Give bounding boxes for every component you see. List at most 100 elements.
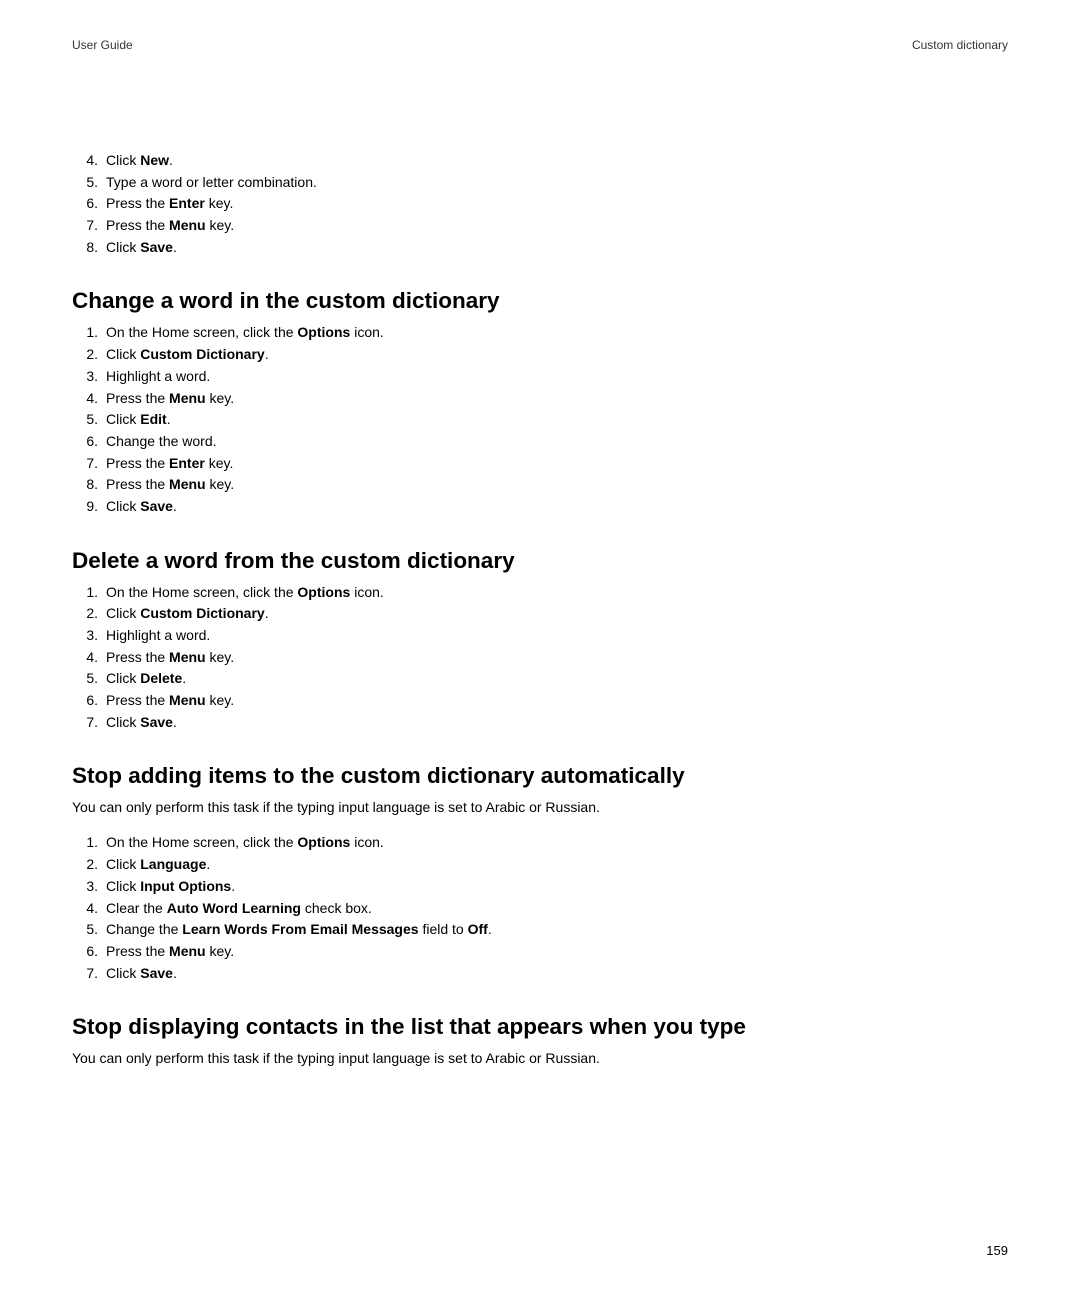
list-text: key. bbox=[206, 649, 235, 665]
list-text: . bbox=[173, 965, 177, 981]
list-text: check box. bbox=[301, 900, 372, 916]
list-text: Save bbox=[140, 965, 173, 981]
list-item: 5.Change the Learn Words From Email Mess… bbox=[72, 919, 1008, 941]
list-text: . bbox=[173, 239, 177, 255]
list-text: . bbox=[173, 498, 177, 514]
list-number: 4. bbox=[78, 388, 98, 410]
list-item: 6.Press the Menu key. bbox=[72, 690, 1008, 712]
steps-list: 1.On the Home screen, click the Options … bbox=[72, 322, 1008, 517]
list-text: Learn Words From Email Messages bbox=[182, 921, 418, 937]
list-text: Options bbox=[297, 834, 350, 850]
list-number: 4. bbox=[78, 647, 98, 669]
list-text: New bbox=[140, 152, 169, 168]
list-text: key. bbox=[206, 217, 235, 233]
list-item: 7.Click Save. bbox=[72, 963, 1008, 985]
list-item: 5.Click Delete. bbox=[72, 668, 1008, 690]
list-text: key. bbox=[206, 476, 235, 492]
list-text: Click bbox=[106, 605, 140, 621]
list-number: 5. bbox=[78, 919, 98, 941]
list-item: 5. Type a word or letter combination. bbox=[72, 172, 1008, 194]
list-text: Menu bbox=[169, 692, 206, 708]
list-text: Press the bbox=[106, 455, 169, 471]
list-number: 7. bbox=[78, 963, 98, 985]
list-text: Type a word or letter combination. bbox=[106, 174, 317, 190]
section: Stop displaying contacts in the list tha… bbox=[72, 1014, 1008, 1069]
list-item: 3.Highlight a word. bbox=[72, 625, 1008, 647]
list-text: Click bbox=[106, 498, 140, 514]
list-text: Options bbox=[297, 324, 350, 340]
header-right: Custom dictionary bbox=[912, 38, 1008, 52]
intro-steps-list: 4.Click New.5. Type a word or letter comb… bbox=[72, 150, 1008, 258]
list-text: icon. bbox=[350, 834, 383, 850]
list-number: 2. bbox=[78, 854, 98, 876]
list-item: 2.Click Custom Dictionary. bbox=[72, 603, 1008, 625]
list-text: Custom Dictionary bbox=[140, 605, 264, 621]
list-text: field to bbox=[419, 921, 468, 937]
list-text: Menu bbox=[169, 476, 206, 492]
list-text: key. bbox=[206, 943, 235, 959]
list-number: 5. bbox=[78, 172, 98, 194]
list-text: On the Home screen, click the bbox=[106, 584, 297, 600]
list-number: 1. bbox=[78, 832, 98, 854]
list-number: 1. bbox=[78, 582, 98, 604]
steps-list: 1.On the Home screen, click the Options … bbox=[72, 832, 1008, 984]
list-item: 1.On the Home screen, click the Options … bbox=[72, 322, 1008, 344]
list-item: 6.Press the Menu key. bbox=[72, 941, 1008, 963]
list-number: 6. bbox=[78, 431, 98, 453]
list-number: 7. bbox=[78, 712, 98, 734]
list-text: Click bbox=[106, 878, 140, 894]
list-text: Press the bbox=[106, 649, 169, 665]
list-number: 8. bbox=[78, 474, 98, 496]
section-heading: Stop adding items to the custom dictiona… bbox=[72, 763, 1008, 789]
section: Delete a word from the custom dictionary… bbox=[72, 548, 1008, 734]
list-number: 6. bbox=[78, 690, 98, 712]
section-heading: Stop displaying contacts in the list tha… bbox=[72, 1014, 1008, 1040]
list-number: 7. bbox=[78, 215, 98, 237]
section-heading: Delete a word from the custom dictionary bbox=[72, 548, 1008, 574]
list-text: Language bbox=[140, 856, 206, 872]
list-item: 6.Press the Enter key. bbox=[72, 193, 1008, 215]
list-item: 3.Click Input Options. bbox=[72, 876, 1008, 898]
list-text: . bbox=[182, 670, 186, 686]
list-number: 9. bbox=[78, 496, 98, 518]
list-text: Click bbox=[106, 856, 140, 872]
list-text: Menu bbox=[169, 217, 206, 233]
list-text: Options bbox=[297, 584, 350, 600]
list-item: 3. Highlight a word. bbox=[72, 366, 1008, 388]
list-number: 5. bbox=[78, 668, 98, 690]
list-text: Change the word. bbox=[106, 433, 217, 449]
list-text: Off bbox=[468, 921, 488, 937]
list-text: Input Options bbox=[140, 878, 231, 894]
list-number: 3. bbox=[78, 876, 98, 898]
list-text: Auto Word Learning bbox=[167, 900, 301, 916]
list-text: Highlight a word. bbox=[106, 368, 210, 384]
list-text: Click bbox=[106, 411, 140, 427]
list-text: key. bbox=[205, 195, 234, 211]
list-text: On the Home screen, click the bbox=[106, 834, 297, 850]
list-text: Click bbox=[106, 239, 140, 255]
list-text: . bbox=[206, 856, 210, 872]
list-item: 4.Click New. bbox=[72, 150, 1008, 172]
list-text: . bbox=[488, 921, 492, 937]
steps-list: 1.On the Home screen, click the Options … bbox=[72, 582, 1008, 734]
list-text: Enter bbox=[169, 195, 205, 211]
list-text: On the Home screen, click the bbox=[106, 324, 297, 340]
list-number: 6. bbox=[78, 941, 98, 963]
list-item: 1.On the Home screen, click the Options … bbox=[72, 582, 1008, 604]
section-heading: Change a word in the custom dictionary bbox=[72, 288, 1008, 314]
list-item: 1.On the Home screen, click the Options … bbox=[72, 832, 1008, 854]
list-item: 7.Click Save. bbox=[72, 712, 1008, 734]
list-item: 7. Press the Menu key. bbox=[72, 215, 1008, 237]
list-text: . bbox=[173, 714, 177, 730]
list-text: Save bbox=[140, 714, 173, 730]
list-item: 6. Change the word. bbox=[72, 431, 1008, 453]
list-text: Press the bbox=[106, 217, 169, 233]
list-text: Delete bbox=[140, 670, 182, 686]
list-item: 8.Press the Menu key. bbox=[72, 474, 1008, 496]
list-number: 4. bbox=[78, 898, 98, 920]
list-text: Menu bbox=[169, 943, 206, 959]
list-text: key. bbox=[206, 390, 235, 406]
list-number: 3. bbox=[78, 366, 98, 388]
list-text: Save bbox=[140, 498, 173, 514]
list-item: 2. Click Language. bbox=[72, 854, 1008, 876]
